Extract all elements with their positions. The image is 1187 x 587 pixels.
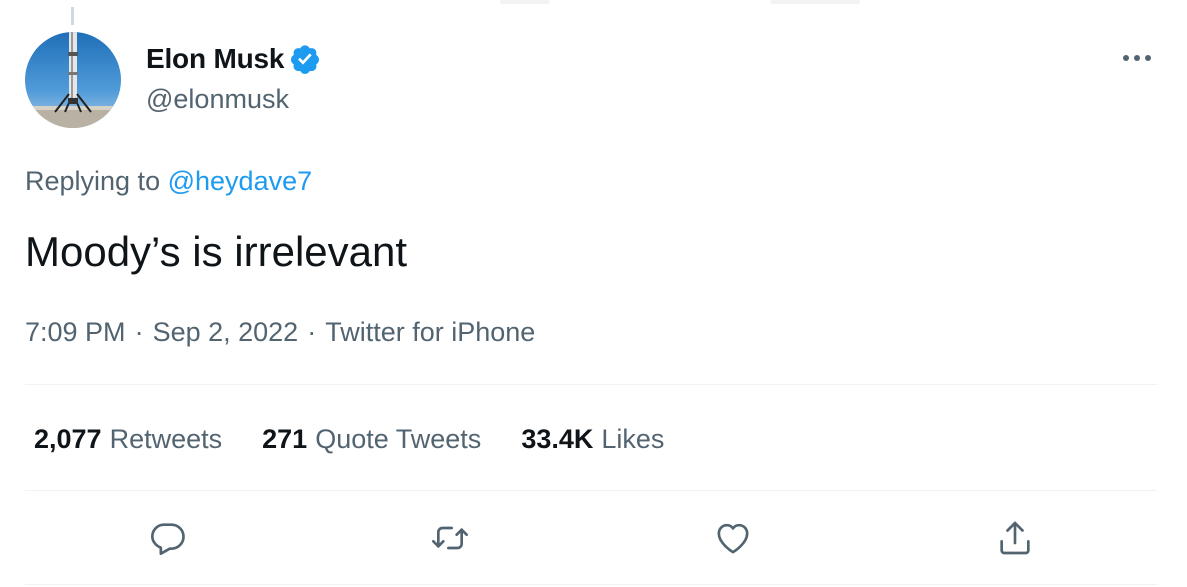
meta-separator: · [307, 317, 317, 347]
meta-separator: · [134, 317, 144, 347]
top-fade-shape [500, 0, 550, 4]
retweets-label: Retweets [109, 424, 223, 454]
author-name-row: Elon Musk [146, 42, 321, 76]
retweets-stat[interactable]: 2,077 Retweets [34, 422, 222, 456]
quote-tweets-stat[interactable]: 271 Quote Tweets [262, 422, 481, 456]
retweets-count: 2,077 [34, 424, 102, 454]
replying-to-handle-link[interactable]: @heydave7 [168, 166, 313, 196]
top-fade-shape [770, 0, 860, 4]
thread-connector-line [71, 7, 74, 25]
verified-badge-icon [289, 43, 321, 75]
avatar-rocket-image [25, 32, 121, 128]
retweet-arrows-icon [432, 526, 468, 550]
replying-to-line: Replying to @heydave7 [25, 164, 312, 198]
author-handle[interactable]: @elonmusk [146, 82, 289, 116]
divider [25, 490, 1157, 491]
tweet-date[interactable]: Sep 2, 2022 [153, 317, 299, 347]
likes-stat[interactable]: 33.4K Likes [521, 422, 664, 456]
retweet-button[interactable] [428, 516, 472, 560]
divider [25, 384, 1157, 385]
avatar[interactable] [25, 32, 121, 128]
likes-count: 33.4K [521, 424, 594, 454]
tweet-time[interactable]: 7:09 PM [25, 317, 126, 347]
heart-icon [717, 523, 749, 554]
quote-tweets-count: 271 [262, 424, 308, 454]
like-button[interactable] [711, 516, 755, 560]
more-options-icon[interactable] [1115, 40, 1159, 76]
replying-to-label: Replying to [25, 166, 161, 196]
reply-button[interactable] [146, 516, 190, 560]
engagement-stats: 2,077 Retweets 271 Quote Tweets 33.4K Likes [34, 422, 704, 456]
speech-bubble-icon [151, 523, 185, 555]
share-button[interactable] [993, 516, 1037, 560]
tweet-text: Moody’s is irrelevant [25, 228, 408, 275]
share-upload-icon [1000, 521, 1030, 555]
tweet-meta: 7:09 PM · Sep 2, 2022 · Twitter for iPhone [25, 315, 535, 349]
author-display-name[interactable]: Elon Musk [146, 42, 284, 76]
divider [25, 584, 1157, 585]
quote-tweets-label: Quote Tweets [315, 424, 482, 454]
likes-label: Likes [601, 424, 665, 454]
tweet-source[interactable]: Twitter for iPhone [325, 317, 535, 347]
